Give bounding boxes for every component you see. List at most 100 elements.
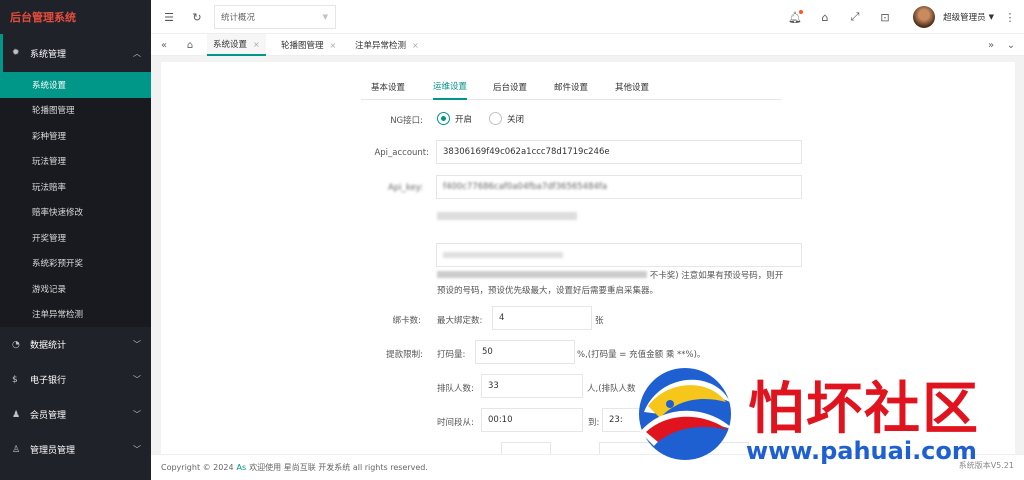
sidebar-item-draw-management[interactable]: 开奖管理	[0, 225, 151, 251]
footer-link[interactable]: As	[237, 463, 247, 472]
notification-dot	[799, 10, 803, 14]
bind-count-input[interactable]: 4	[492, 306, 592, 330]
submenu-system: 系统设置 轮播图管理 彩种管理 玩法管理 玩法赔率 赔率快速修改 开奖管理 系统…	[0, 72, 151, 327]
dollar-icon: $	[12, 374, 18, 385]
caret-down-icon: ▼	[988, 13, 994, 21]
gear-icon: ✹	[12, 48, 20, 58]
close-icon[interactable]: ×	[253, 40, 260, 49]
api-account-input[interactable]: 38306169f49c062a1ccc78d1719c246e	[436, 140, 802, 164]
radio-label: 关闭	[507, 114, 525, 125]
tab-bar: « ⌂ 系统设置 × 轮播图管理 × 注单异常检测 × » ⌄	[151, 34, 1024, 56]
sidebar-item-lottery-types[interactable]: 彩种管理	[0, 123, 151, 149]
menu-group-system: ✹ 系统管理 ︿ 系统设置 轮播图管理 彩种管理 玩法管理 玩法赔率 赔率快速修…	[0, 34, 151, 327]
refresh-icon[interactable]: ↻	[187, 0, 207, 34]
close-icon[interactable]: ×	[330, 41, 337, 50]
home-icon[interactable]: ⌂	[181, 34, 199, 56]
bind-sub-label: 最大绑定数:	[437, 316, 483, 326]
chevron-down-icon: ﹀	[133, 445, 141, 454]
copyright: Copyright © 2024	[161, 463, 234, 472]
lock-icon[interactable]: ⊡	[875, 0, 895, 34]
sidebar: 后台管理系统 ✹ 系统管理 ︿ 系统设置 轮播图管理 彩种管理 玩法管理 玩法赔…	[0, 0, 151, 480]
sidebar-item-carousel[interactable]: 轮播图管理	[0, 98, 151, 124]
tab-basic-settings[interactable]: 基本设置	[371, 74, 405, 100]
note-prefix: 不卡奖)	[649, 271, 679, 281]
chevron-down-icon[interactable]: ⌄	[1002, 34, 1020, 56]
tab-other-settings[interactable]: 其他设置	[615, 74, 649, 100]
user-name: 超级管理员	[943, 13, 986, 23]
chevron-down-icon: ﹀	[133, 375, 141, 384]
dama-label: 打码量:	[437, 350, 466, 360]
dama-note: %,(打码量 = 充值金额 乘 **%)。	[577, 350, 706, 360]
menu-e-bank[interactable]: $ 电子银行 ﹀	[0, 362, 151, 397]
settings-tabs: 基本设置 运维设置 后台设置 邮件设置 其他设置	[361, 74, 781, 100]
tab-backend-settings[interactable]: 后台设置	[493, 74, 527, 100]
tab-carousel[interactable]: 轮播图管理 ×	[275, 34, 342, 56]
tab-bet-anomaly[interactable]: 注单异常检测 ×	[349, 34, 425, 56]
tab-label: 注单异常检测	[355, 41, 407, 51]
select-value: 统计概况	[221, 13, 256, 23]
app-logo[interactable]: 后台管理系统	[0, 0, 151, 34]
menu-toggle-icon[interactable]: ☰	[159, 0, 179, 34]
blurred-text	[437, 271, 647, 278]
menu-data-stats[interactable]: ◔ 数据统计 ﹀	[0, 327, 151, 362]
fish-logo-icon	[639, 368, 734, 460]
user-menu[interactable]: 超级管理员 ▼	[913, 0, 994, 34]
time-to-label: 到:	[588, 418, 600, 428]
top-header: ☰ ↻ 统计概况 ▼ 🔔︎ ⌂ ⤢ ⊡ 超级管理员 ▼ ⋮	[151, 0, 1024, 34]
sidebar-item-play-odds[interactable]: 玩法赔率	[0, 174, 151, 200]
tab-system-settings[interactable]: 系统设置 ×	[207, 34, 266, 56]
blurred-value	[443, 252, 563, 258]
radio-circle	[437, 112, 450, 125]
menu-group-stats: ◔ 数据统计 ﹀	[0, 327, 151, 362]
sidebar-item-game-records[interactable]: 游戏记录	[0, 276, 151, 302]
more-vertical-icon[interactable]: ⋮	[1002, 0, 1018, 34]
watermark-title: 怕坏社区	[748, 377, 980, 442]
tab-mail-settings[interactable]: 邮件设置	[554, 74, 588, 100]
ng-label: NG接口:	[390, 116, 423, 126]
radio-label: 开启	[455, 114, 473, 125]
users-icon: ♟	[12, 409, 21, 420]
footer-text: 欢迎使用 星尚互联 开发系统 all rights reserved.	[249, 463, 428, 472]
sidebar-item-pre-draw[interactable]: 系统彩预开奖	[0, 251, 151, 277]
tab-label: 系统设置	[213, 40, 248, 50]
api-key-value: f400c77686caf0a04fba7df36565484fa	[443, 182, 608, 192]
chevron-down-icon: ﹀	[133, 340, 141, 349]
avatar	[913, 6, 936, 28]
time-from-input[interactable]: 00:10	[481, 408, 583, 432]
tag-icon[interactable]: ⌂	[815, 0, 835, 34]
tabs-prev-icon[interactable]: «	[155, 34, 173, 56]
note-line-2: 预设的号码，预设优先级最大，设置好后需要重启采集器。	[437, 286, 659, 296]
menu-group-members: ♟ 会员管理 ﹀	[0, 397, 151, 432]
partial-input[interactable]	[501, 442, 551, 454]
tabs-next-icon[interactable]: »	[982, 34, 1000, 56]
blurred-input[interactable]	[436, 243, 802, 267]
api-key-input[interactable]: f400c77686caf0a04fba7df36565484fa	[436, 175, 802, 199]
menu-label: 系统管理	[30, 49, 67, 60]
api-key-label: Api_key:	[388, 183, 423, 193]
menu-admin-management[interactable]: ♙ 管理员管理 ﹀	[0, 432, 151, 467]
chevron-down-icon: ﹀	[133, 410, 141, 419]
dama-input[interactable]: 50	[475, 340, 575, 364]
menu-group-admins: ♙ 管理员管理 ﹀	[0, 432, 151, 467]
radio-ng-on[interactable]: 开启	[437, 112, 472, 125]
sidebar-item-play-management[interactable]: 玩法管理	[0, 149, 151, 175]
chevron-up-icon: ︿	[133, 48, 141, 58]
queue-note: 人,(排队人数	[587, 384, 636, 394]
blurred-row	[437, 212, 577, 220]
radio-ng-off[interactable]: 关闭	[489, 112, 524, 125]
menu-member-management[interactable]: ♟ 会员管理 ﹀	[0, 397, 151, 432]
withdraw-label: 提款限制:	[386, 350, 423, 360]
queue-input[interactable]: 33	[481, 374, 583, 398]
sidebar-item-odds-quick-edit[interactable]: 赔率快速修改	[0, 200, 151, 226]
menu-system-management[interactable]: ✹ 系统管理 ︿	[0, 34, 151, 72]
caret-down-icon: ▼	[322, 13, 328, 21]
sidebar-item-system-settings[interactable]: 系统设置	[0, 72, 151, 98]
bell-icon[interactable]: 🔔︎	[785, 0, 805, 34]
close-icon[interactable]: ×	[412, 41, 419, 50]
fullscreen-icon[interactable]: ⤢	[845, 0, 865, 34]
sidebar-item-bet-anomaly[interactable]: 注单异常检测	[0, 302, 151, 328]
overview-select[interactable]: 统计概况 ▼	[214, 5, 336, 29]
tab-ops-settings[interactable]: 运维设置	[433, 74, 468, 100]
bind-unit: 张	[595, 316, 604, 326]
note-line-1: 不卡奖) 注意如果有预设号码，则开	[437, 269, 783, 281]
